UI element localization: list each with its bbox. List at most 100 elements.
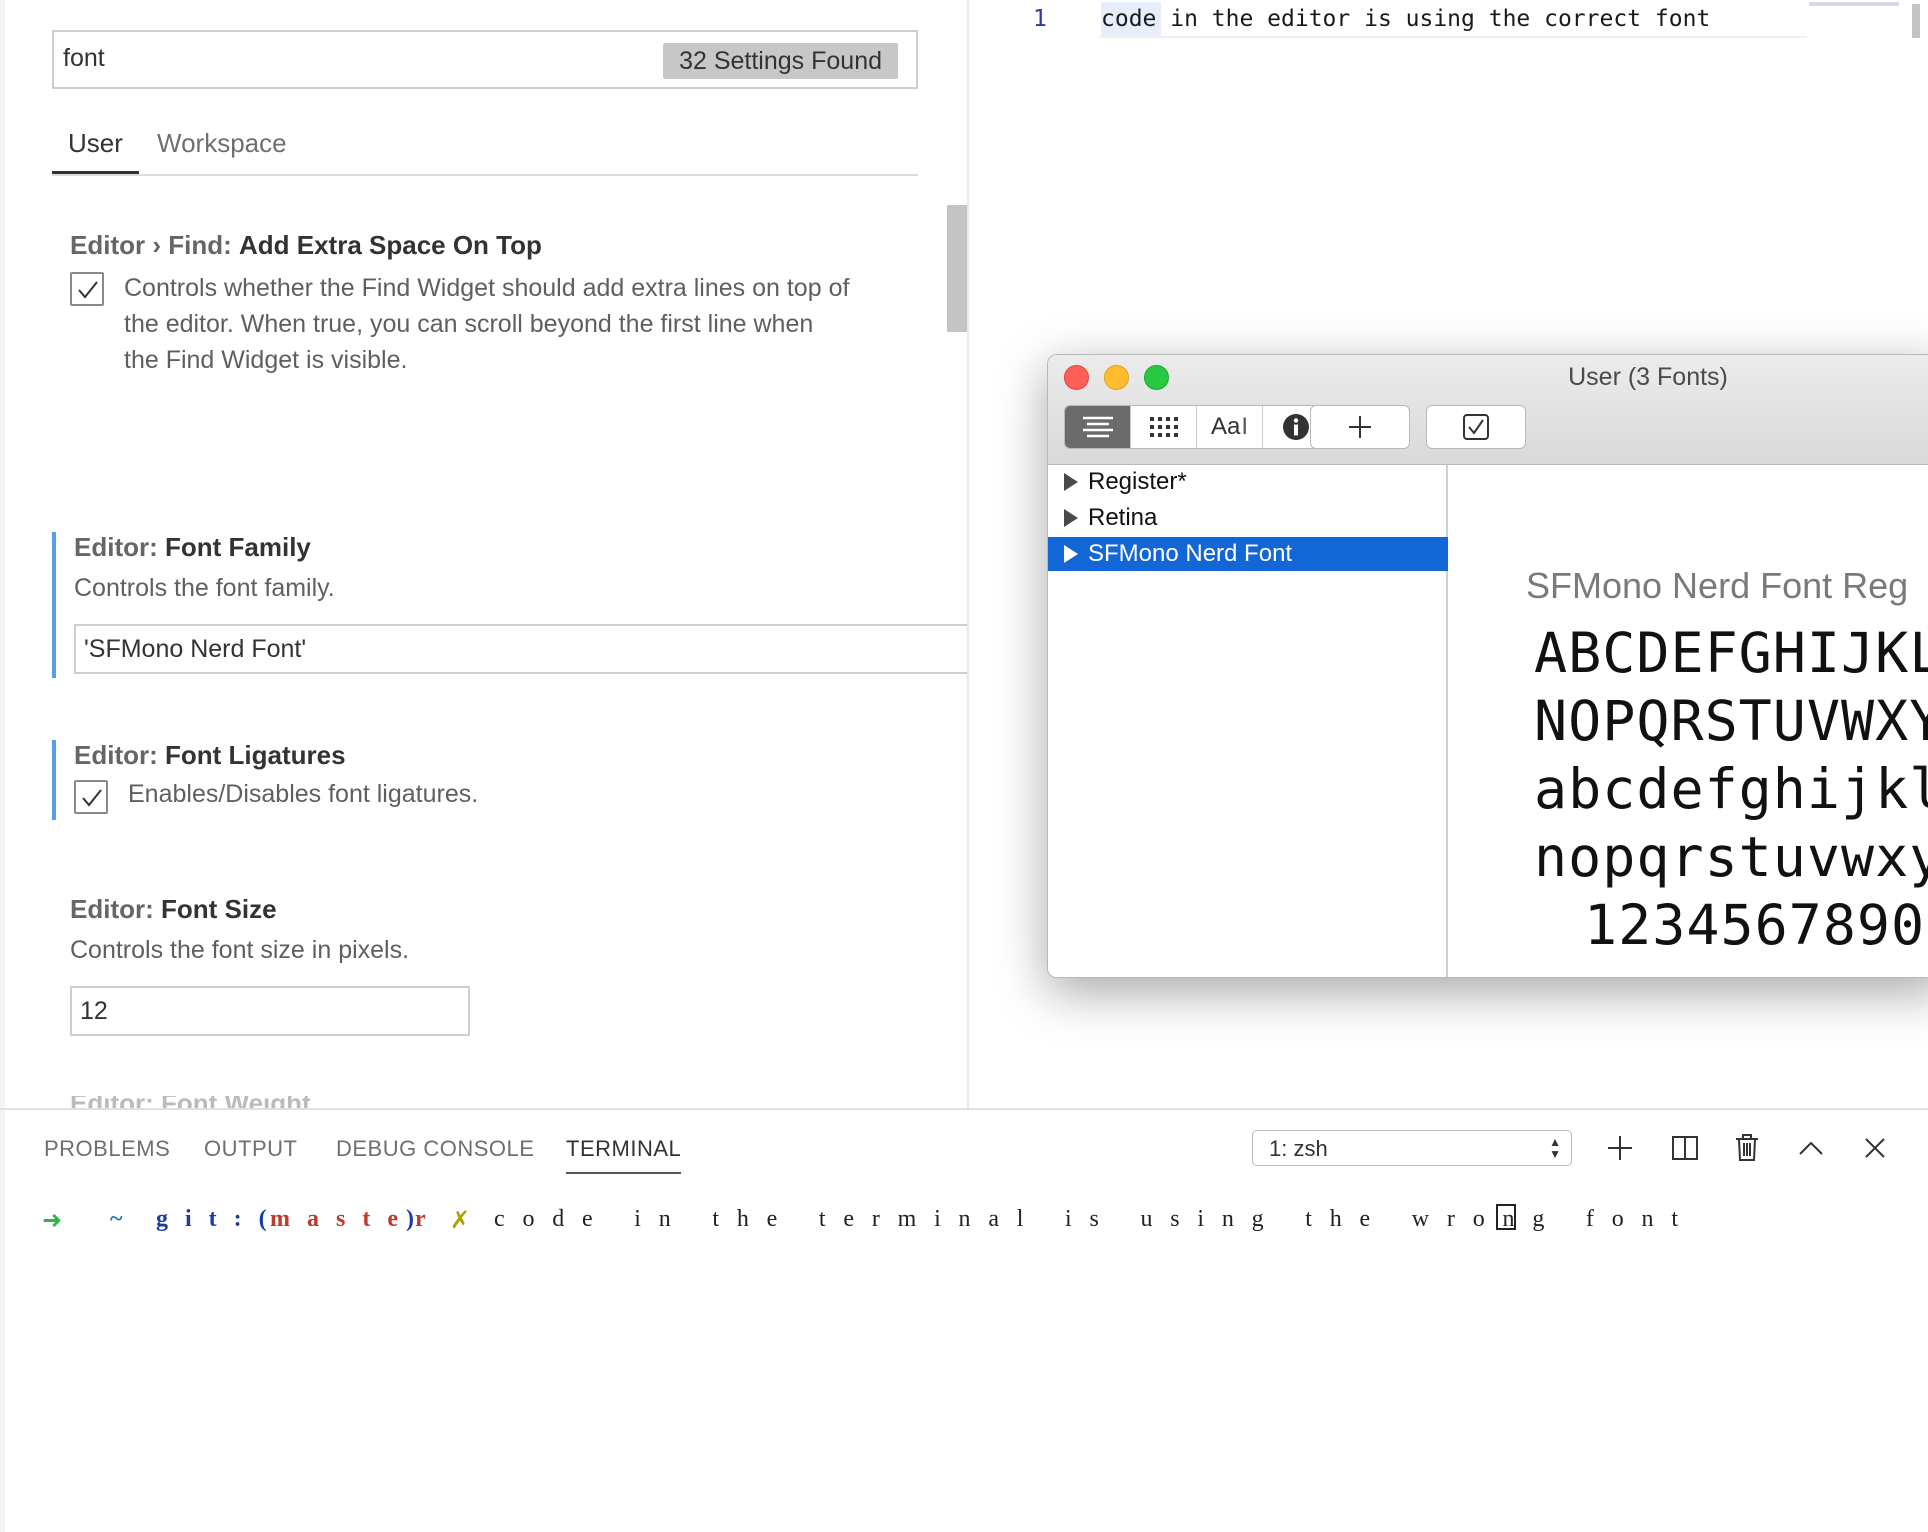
setting-find-add-extra-space: Editor › Find: Add Extra Space On Top Co… xyxy=(52,230,932,380)
font-preview: SFMono Nerd Font Reg ABCDEFGHIJKL NOPQRS… xyxy=(1450,465,1928,977)
trash-icon xyxy=(1736,1134,1758,1161)
settings-scope-tabs: User Workspace xyxy=(52,120,918,176)
preview-line: abcdefghijkl xyxy=(1534,757,1928,821)
sample-view-button[interactable]: Aa I xyxy=(1197,406,1263,448)
setting-title: Editor: Font Size xyxy=(70,894,277,925)
setting-key: Add Extra Space On Top xyxy=(238,230,542,260)
terminal-instance-select[interactable]: 1: zsh ▲ ▼ xyxy=(1252,1130,1572,1166)
setting-title: Editor: Font Ligatures xyxy=(74,740,346,771)
setting-key: Font Ligatures xyxy=(165,740,346,770)
activity-edge xyxy=(0,1110,5,1532)
view-mode-segmented-control: Aa I xyxy=(1064,405,1330,449)
font-book-window: User (3 Fonts) Aa I Register* Retina SFM… xyxy=(1047,354,1928,978)
setting-category: Editor › Find: xyxy=(70,230,232,260)
tab-debug-console[interactable]: DEBUG CONSOLE xyxy=(336,1136,534,1162)
setting-key: Font Family xyxy=(165,532,311,562)
plus-icon xyxy=(1608,1136,1632,1160)
add-font-button[interactable] xyxy=(1310,405,1410,449)
new-terminal-button[interactable] xyxy=(1600,1128,1640,1168)
prompt-arrow-icon: ➜ xyxy=(42,1206,63,1234)
terminal-cursor xyxy=(1496,1204,1516,1230)
list-view-button[interactable] xyxy=(1065,406,1131,448)
settings-editor: font 32 Settings Found User Workspace Ed… xyxy=(0,0,969,1108)
preview-line: 1234567890 xyxy=(1584,893,1926,957)
setting-title-partial: Editor: Font Weight xyxy=(70,1096,310,1108)
grid-view-button[interactable] xyxy=(1131,406,1197,448)
prompt-directory: ~ xyxy=(110,1206,140,1232)
font-family-input[interactable]: 'SFMono Nerd Font' xyxy=(74,624,969,674)
window-title: User (3 Fonts) xyxy=(1568,363,1728,391)
setting-description: Controls the font size in pixels. xyxy=(70,936,410,964)
minimize-window-button[interactable] xyxy=(1104,365,1129,390)
setting-title: Editor › Find: Add Extra Space On Top xyxy=(70,230,542,261)
maximize-panel-button[interactable] xyxy=(1791,1128,1831,1168)
checkmark-icon xyxy=(78,281,98,299)
selected-terminal: 1: zsh xyxy=(1269,1136,1328,1161)
code-line[interactable]: code in the editor is using the correct … xyxy=(1101,6,1710,32)
prompt-git-prefix: git:( xyxy=(156,1206,284,1232)
validate-icon xyxy=(1463,414,1489,440)
setting-font-ligatures: Editor: Font Ligatures Enables/Disables … xyxy=(52,740,932,820)
prompt-git-suffix: ) xyxy=(406,1206,431,1232)
font-name: Retina xyxy=(1088,504,1158,531)
description-line: Controls whether the Find Widget should … xyxy=(124,274,850,302)
preview-line: NOPQRSTUVWXY xyxy=(1534,689,1928,753)
setting-description: Controls whether the Find Widget should … xyxy=(124,270,849,378)
setting-key: Font Size xyxy=(161,894,277,924)
tab-problems[interactable]: PROBLEMS xyxy=(44,1136,170,1162)
setting-description: Controls the font family. xyxy=(74,574,335,602)
disclosure-triangle-icon[interactable] xyxy=(1064,545,1078,563)
font-list-item[interactable]: Register* xyxy=(1048,465,1448,499)
close-icon xyxy=(1865,1138,1885,1158)
add-icon xyxy=(1349,416,1371,438)
setting-font-size: Editor: Font Size Controls the font size… xyxy=(52,894,932,1040)
line-number: 1 xyxy=(1033,6,1047,32)
preview-line: nopqrstuvwxy xyxy=(1534,825,1928,889)
list-view-icon xyxy=(1082,416,1113,438)
settings-scrollbar[interactable] xyxy=(947,205,967,332)
split-terminal-button[interactable] xyxy=(1665,1128,1705,1168)
tab-user[interactable]: User xyxy=(52,128,139,174)
kill-terminal-button[interactable] xyxy=(1727,1128,1767,1168)
font-name: SFMono Nerd Font xyxy=(1088,540,1293,567)
close-window-button[interactable] xyxy=(1064,365,1089,390)
grid-view-icon xyxy=(1149,417,1178,437)
preview-line: ABCDEFGHIJKL xyxy=(1534,621,1928,685)
editor-scrollbar[interactable] xyxy=(1904,0,1928,38)
font-list-item-selected[interactable]: SFMono Nerd Font xyxy=(1048,537,1448,571)
prompt-dirty-icon: ✗ xyxy=(450,1206,471,1234)
setting-font-family: Editor: Font Family Controls the font fa… xyxy=(52,532,969,678)
preview-font-name: SFMono Nerd Font Reg xyxy=(1526,565,1909,606)
bottom-panel: PROBLEMS OUTPUT DEBUG CONSOLE TERMINAL 1… xyxy=(0,1108,1928,1532)
tab-terminal[interactable]: TERMINAL xyxy=(566,1136,682,1174)
checkmark-icon xyxy=(82,789,102,807)
text-cursor-icon: I xyxy=(1241,413,1249,440)
sample-text-icon: Aa xyxy=(1210,413,1241,440)
font-size-input[interactable]: 12 xyxy=(70,986,470,1036)
setting-checkbox[interactable] xyxy=(70,272,104,306)
description-line: the editor. When true, you can scroll be… xyxy=(124,310,814,338)
disclosure-triangle-icon[interactable] xyxy=(1064,473,1078,491)
tab-output[interactable]: OUTPUT xyxy=(204,1136,297,1162)
setting-category: Editor: xyxy=(74,532,158,562)
activity-edge xyxy=(0,0,5,1108)
disclosure-triangle-icon[interactable] xyxy=(1064,509,1078,527)
font-name: Register* xyxy=(1088,468,1187,495)
chevron-up-icon xyxy=(1799,1141,1823,1155)
setting-category: Editor: xyxy=(74,740,158,770)
setting-category: Editor: xyxy=(70,894,154,924)
description-line: the Find Widget is visible. xyxy=(124,346,408,374)
partial-title-text: Editor: Font Weight xyxy=(70,1096,310,1108)
setting-checkbox[interactable] xyxy=(74,780,108,814)
close-panel-button[interactable] xyxy=(1855,1128,1895,1168)
split-icon xyxy=(1672,1136,1698,1160)
font-list-item[interactable]: Retina xyxy=(1048,501,1448,535)
validate-font-button[interactable] xyxy=(1426,405,1526,449)
zoom-window-button[interactable] xyxy=(1144,365,1169,390)
setting-description: Enables/Disables font ligatures. xyxy=(128,780,479,808)
setting-title: Editor: Font Family xyxy=(74,532,311,563)
settings-search-input[interactable]: font 32 Settings Found xyxy=(52,30,918,89)
minimap[interactable] xyxy=(1809,2,1899,6)
tab-workspace[interactable]: Workspace xyxy=(157,128,287,174)
info-icon xyxy=(1283,414,1309,440)
